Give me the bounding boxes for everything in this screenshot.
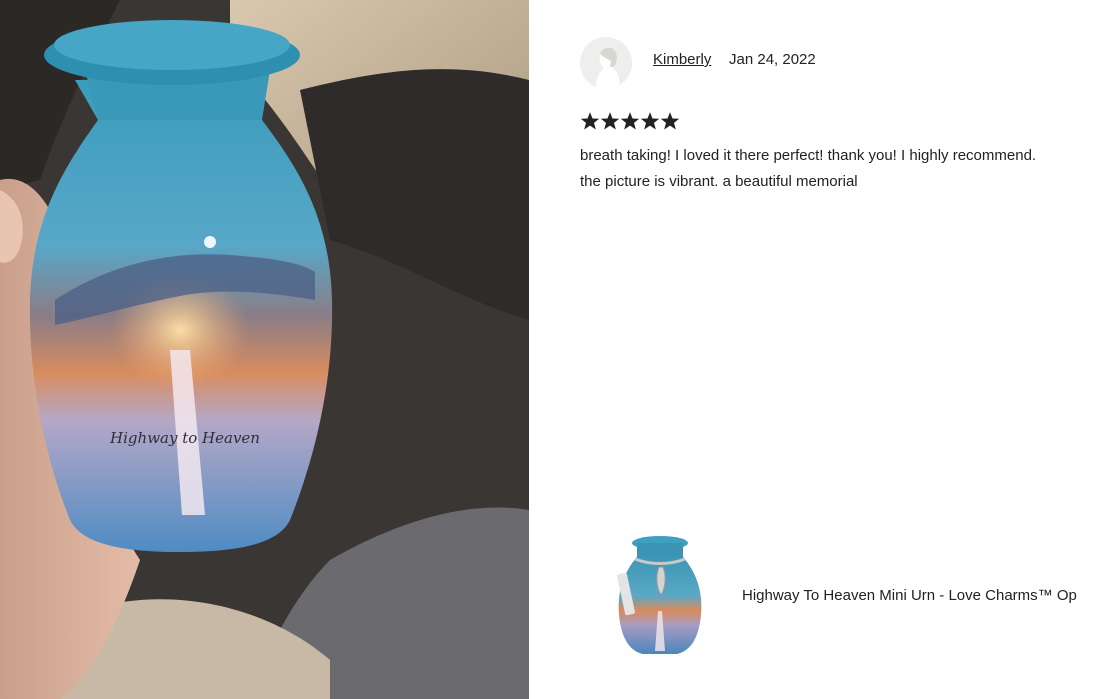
review-text: breath taking! I loved it there perfect!…: [580, 143, 1097, 195]
product-thumbnail-image: [617, 536, 702, 654]
review-photo[interactable]: Highway to Heaven: [0, 0, 529, 699]
review-date: Jan 24, 2022: [729, 51, 816, 68]
star-filled-icon: [620, 112, 640, 130]
user-silhouette-icon: [580, 37, 632, 89]
review-text-line: the picture is vibrant. a beautiful memo…: [580, 173, 858, 190]
star-filled-icon: [580, 112, 600, 130]
review-card: Kimberly Jan 24, 2022 breath taking! I l…: [529, 0, 1097, 699]
review-text-line: breath taking! I loved it there perfect!…: [580, 147, 1037, 164]
star-rating: [580, 110, 680, 132]
review-photo-image: Highway to Heaven: [0, 0, 529, 699]
urn-inscription: Highway to Heaven: [109, 429, 260, 447]
product-title-link[interactable]: Highway To Heaven Mini Urn - Love Charms…: [742, 587, 1077, 604]
star-filled-icon: [600, 112, 620, 130]
product-thumbnail[interactable]: [615, 533, 705, 658]
star-filled-icon: [660, 112, 680, 130]
reviewer-name-link[interactable]: Kimberly: [653, 51, 711, 68]
star-filled-icon: [640, 112, 660, 130]
reviewer-avatar: [580, 37, 632, 89]
